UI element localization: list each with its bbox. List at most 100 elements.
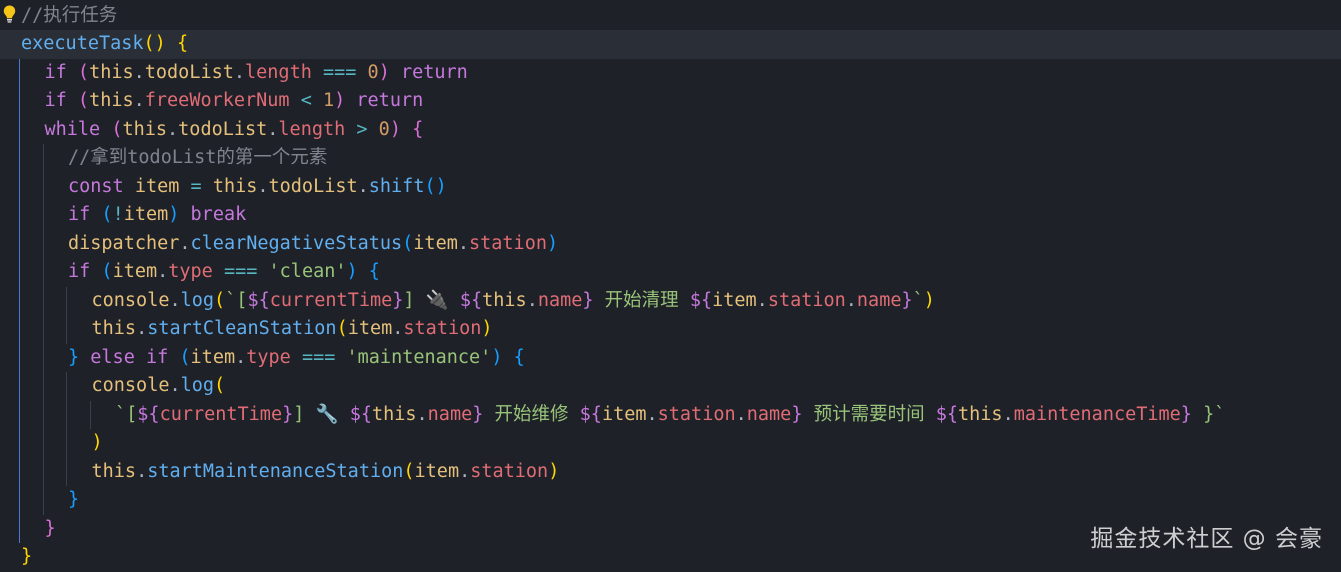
code-token: item — [134, 175, 180, 197]
code-token: if — [68, 204, 102, 225]
code-token: () — [424, 175, 447, 197]
code-token: . — [357, 175, 369, 197]
code-text: executeTask() { — [21, 30, 188, 59]
code-line[interactable]: executeTask() { — [0, 30, 1341, 59]
code-token: } — [68, 489, 80, 510]
code-token: //执行任务 — [21, 4, 118, 26]
code-line[interactable]: if (!item) break — [0, 201, 1341, 230]
code-token: item — [123, 204, 169, 225]
code-token: ) — [346, 261, 369, 282]
code-token: startCleanStation — [147, 318, 337, 339]
code-token: const — [68, 175, 135, 197]
code-token: station — [470, 460, 549, 482]
code-line[interactable]: //执行任务 — [0, 2, 1341, 31]
code-token: ` — [912, 289, 924, 311]
code-token: log — [180, 289, 215, 311]
code-token: this — [958, 403, 1003, 425]
code-token: } — [791, 403, 803, 425]
code-token: item — [347, 318, 393, 339]
code-token: ) — [168, 204, 180, 225]
indent-guide — [42, 400, 44, 429]
code-token: ${ — [935, 403, 959, 425]
watermark: 掘金技术社区 @ 会豪 — [1090, 526, 1323, 552]
code-line[interactable]: } else if (item.type === 'maintenance') … — [0, 343, 1341, 372]
code-token: this — [371, 403, 417, 425]
code-token: 0 — [378, 118, 390, 140]
code-line[interactable]: } — [0, 486, 1341, 515]
code-text: const item = this.todoList.shift() — [68, 173, 447, 202]
code-line[interactable]: this.startMaintenanceStation(item.statio… — [0, 457, 1341, 487]
code-token: }` — [1191, 403, 1226, 425]
code-token: ( — [402, 232, 414, 254]
code-token: } — [392, 289, 404, 311]
code-token: . — [136, 460, 148, 482]
code-line[interactable]: dispatcher.clearNegativeStatus(item.stat… — [0, 229, 1341, 258]
code-token: . — [267, 118, 279, 140]
code-token: . — [457, 232, 469, 254]
code-token: . — [169, 375, 181, 396]
indent-guide — [19, 115, 20, 144]
code-token: . — [526, 289, 538, 311]
code-token: ${ — [247, 289, 270, 311]
code-token: type — [168, 261, 213, 282]
indent-guide — [42, 229, 44, 258]
code-token: dispatcher — [68, 232, 180, 254]
code-token: ) — [491, 346, 514, 368]
code-text: if (item.type === 'clean') { — [68, 258, 380, 287]
code-text: this.startMaintenanceStation(item.statio… — [92, 458, 560, 487]
code-token: station — [403, 318, 482, 339]
code-line[interactable]: if (this.freeWorkerNum < 1) return — [0, 87, 1341, 116]
code-token: freeWorkerNum — [144, 90, 290, 111]
indent-guide — [19, 201, 20, 230]
code-token: this — [89, 61, 134, 83]
code-line[interactable]: `[${currentTime}] 🔧 ${this.name} 开始维修 ${… — [0, 400, 1341, 429]
code-editor[interactable]: //执行任务 executeTask() {if (this.todoList.l… — [0, 0, 1341, 570]
code-line[interactable]: const item = this.todoList.shift() — [0, 172, 1341, 202]
code-token: type — [246, 346, 291, 368]
indent-guide — [42, 172, 44, 201]
indent-guide — [19, 343, 20, 372]
code-line[interactable]: console.log( — [0, 372, 1341, 401]
code-token: ] 🔌 — [403, 289, 460, 311]
code-token: ( — [101, 204, 113, 225]
code-line[interactable]: if (item.type === 'clean') { — [0, 258, 1341, 287]
code-token: 开始维修 — [483, 403, 580, 425]
code-token: } — [68, 346, 91, 368]
indent-guide — [66, 429, 67, 458]
code-line[interactable]: ) — [0, 429, 1341, 458]
indent-guide — [19, 372, 20, 401]
code-text: if (this.todoList.length === 0) return — [45, 59, 468, 88]
code-token: ( — [101, 261, 113, 282]
code-token: station — [767, 289, 846, 311]
code-token: return — [345, 90, 424, 111]
code-token: } — [21, 546, 33, 567]
code-token: length — [245, 61, 312, 83]
code-text: //执行任务 — [21, 2, 117, 31]
code-line[interactable]: //拿到todoList的第一个元素 — [0, 144, 1341, 173]
code-token: === — [311, 61, 368, 83]
code-token: { — [368, 261, 380, 282]
code-token: . — [735, 403, 747, 425]
code-line[interactable]: while (this.todoList.length > 0) { — [0, 115, 1341, 144]
code-token: ( — [179, 346, 191, 368]
code-token: 预计需要时间 — [802, 403, 936, 425]
indent-guide — [19, 87, 20, 116]
code-token: station — [657, 403, 736, 425]
code-token: > — [345, 118, 379, 140]
code-line[interactable]: if (this.todoList.length === 0) return — [0, 58, 1341, 88]
code-token: ) — [546, 232, 559, 254]
indent-guide — [19, 486, 20, 515]
code-token: //拿到todoList的第一个元素 — [68, 147, 328, 168]
code-line[interactable]: console.log(`[${currentTime}] 🔌 ${this.n… — [0, 286, 1341, 315]
code-token: } — [282, 403, 294, 425]
code-token: () — [143, 33, 177, 54]
indent-guide — [19, 514, 20, 543]
code-token: } — [901, 289, 913, 311]
code-token: 'maintenance' — [346, 346, 492, 368]
code-token: . — [1002, 403, 1014, 425]
code-text: if (this.freeWorkerNum < 1) return — [45, 87, 424, 116]
code-line[interactable]: this.startCleanStation(item.station) — [0, 315, 1341, 344]
code-token: ( — [336, 318, 348, 339]
indent-guide — [42, 343, 44, 372]
code-token: { — [513, 346, 525, 368]
